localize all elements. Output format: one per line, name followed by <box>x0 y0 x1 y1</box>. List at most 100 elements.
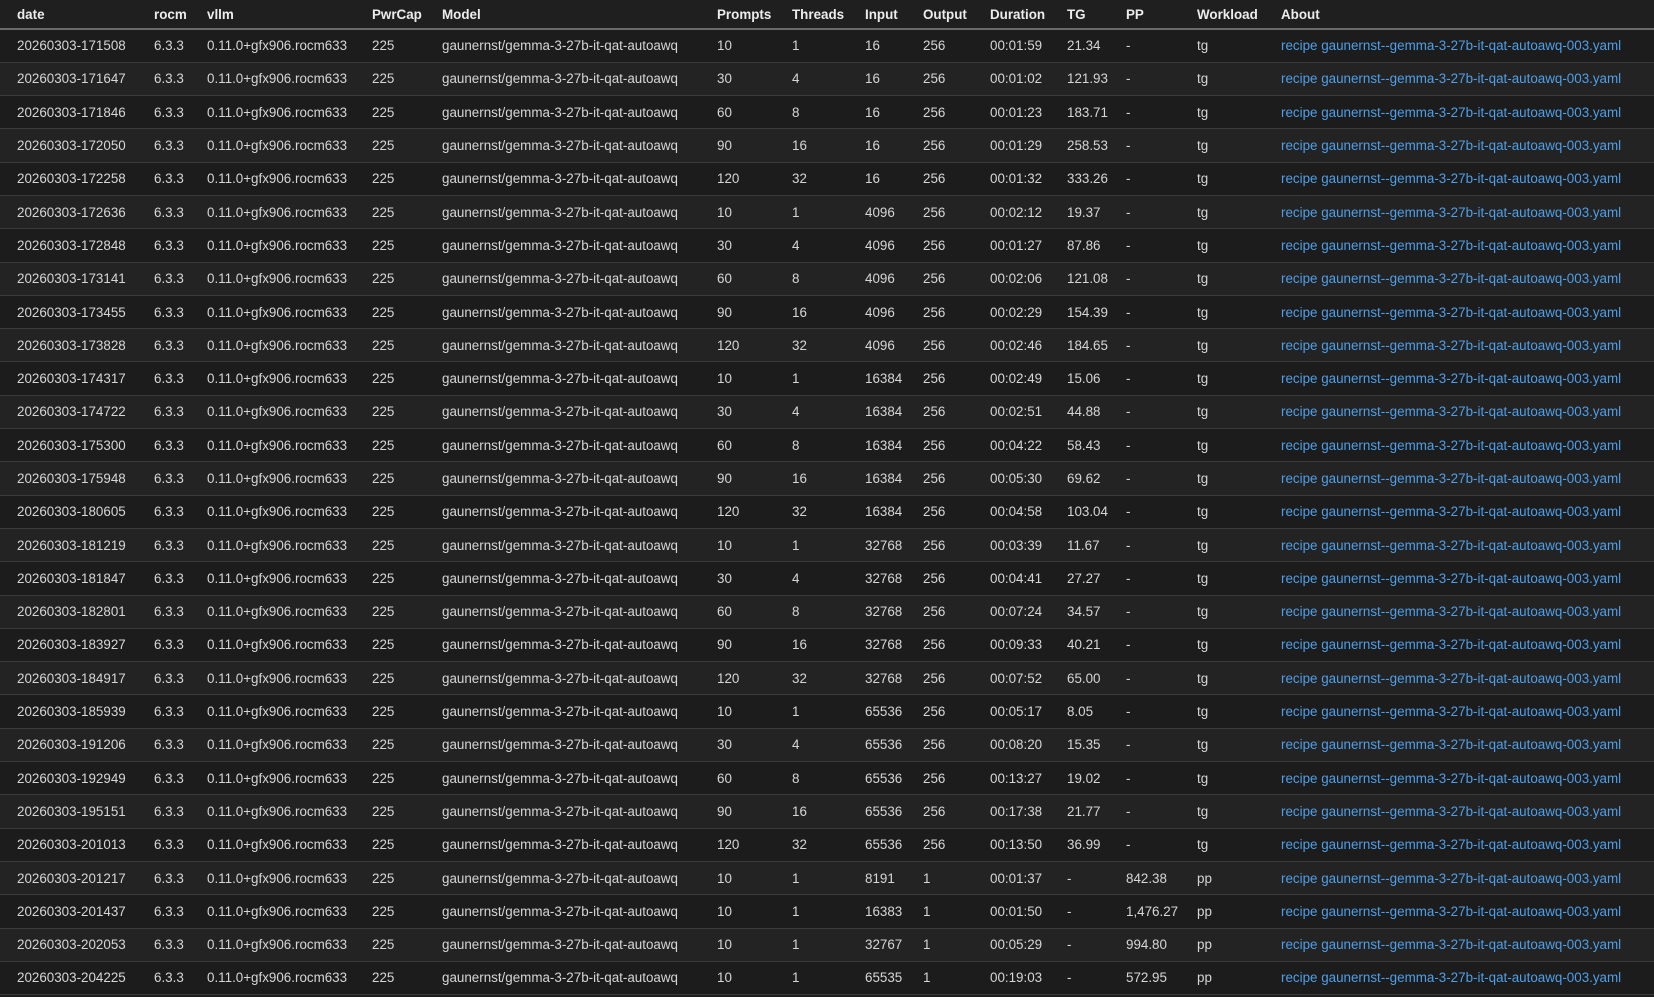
cell-prompts: 120 <box>717 337 740 353</box>
recipe-link[interactable]: recipe gaunernst--gemma-3-27b-it-qat-aut… <box>1281 704 1621 719</box>
cell-pp: - <box>1126 437 1131 453</box>
table-row: 20260303-201013 6.3.3 0.11.0+gfx906.rocm63… <box>0 828 1654 862</box>
cell-prompts: 10 <box>717 704 732 720</box>
cell-about: recipe gaunernst--gemma-3-27b-it-qat-aut… <box>1275 595 1654 628</box>
recipe-link[interactable]: recipe gaunernst--gemma-3-27b-it-qat-aut… <box>1281 305 1621 320</box>
cell-about: recipe gaunernst--gemma-3-27b-it-qat-aut… <box>1275 728 1654 761</box>
column-header-rocm[interactable]: rocm <box>148 0 201 30</box>
cell-output: 256 <box>923 471 946 486</box>
cell-workload: tg <box>1197 371 1209 387</box>
cell-tg: - <box>1067 937 1072 953</box>
column-header-pwrcap[interactable]: PwrCap <box>366 0 436 30</box>
cell-model: gaunernst/gemma-3-27b-it-qat-autoawq <box>442 537 678 553</box>
cell-duration: 00:04:41 <box>990 570 1043 586</box>
cell-duration: 00:08:20 <box>990 737 1043 753</box>
cell-input: 32768 <box>865 570 903 586</box>
recipe-link[interactable]: recipe gaunernst--gemma-3-27b-it-qat-aut… <box>1281 171 1621 186</box>
recipe-link[interactable]: recipe gaunernst--gemma-3-27b-it-qat-aut… <box>1281 604 1621 619</box>
recipe-link[interactable]: recipe gaunernst--gemma-3-27b-it-qat-aut… <box>1281 238 1621 253</box>
recipe-link[interactable]: recipe gaunernst--gemma-3-27b-it-qat-aut… <box>1281 38 1621 53</box>
column-header-about[interactable]: About <box>1275 0 1654 30</box>
cell-pwrcap: 225 <box>372 570 395 586</box>
cell-date: 20260303-185939 <box>17 704 126 720</box>
cell-pp: - <box>1126 737 1131 753</box>
column-header-pp[interactable]: PP <box>1120 0 1191 30</box>
column-header-vllm[interactable]: vllm <box>201 0 366 30</box>
cell-duration: 00:05:17 <box>990 704 1043 720</box>
recipe-link[interactable]: recipe gaunernst--gemma-3-27b-it-qat-aut… <box>1281 637 1621 652</box>
cell-prompts: 60 <box>717 104 732 120</box>
recipe-link[interactable]: recipe gaunernst--gemma-3-27b-it-qat-aut… <box>1281 71 1621 86</box>
cell-threads: 16 <box>792 138 807 154</box>
cell-vllm: 0.11.0+gfx906.rocm633 <box>207 637 348 653</box>
table-row: 20260303-171647 6.3.3 0.11.0+gfx906.rocm63… <box>0 62 1654 96</box>
column-header-workload[interactable]: Workload <box>1191 0 1275 30</box>
cell-about: recipe gaunernst--gemma-3-27b-it-qat-aut… <box>1275 62 1654 95</box>
column-header-tg[interactable]: TG <box>1061 0 1120 30</box>
cell-threads: 8 <box>792 437 800 453</box>
recipe-link[interactable]: recipe gaunernst--gemma-3-27b-it-qat-aut… <box>1281 105 1621 120</box>
recipe-link[interactable]: recipe gaunernst--gemma-3-27b-it-qat-aut… <box>1281 205 1621 220</box>
recipe-link[interactable]: recipe gaunernst--gemma-3-27b-it-qat-aut… <box>1281 837 1621 852</box>
cell-pwrcap: 225 <box>372 371 395 387</box>
recipe-link[interactable]: recipe gaunernst--gemma-3-27b-it-qat-aut… <box>1281 138 1621 153</box>
cell-threads: 4 <box>792 737 800 753</box>
cell-vllm: 0.11.0+gfx906.rocm633 <box>207 537 348 553</box>
cell-pp: - <box>1126 204 1131 220</box>
cell-prompts: 90 <box>717 304 732 320</box>
cell-pwrcap: 225 <box>372 770 395 786</box>
table-row: 20260303-191206 6.3.3 0.11.0+gfx906.rocm63… <box>0 728 1654 762</box>
column-header-input[interactable]: Input <box>859 0 917 30</box>
cell-prompts: 30 <box>717 570 732 586</box>
recipe-link[interactable]: recipe gaunernst--gemma-3-27b-it-qat-aut… <box>1281 737 1621 752</box>
column-header-duration[interactable]: Duration <box>984 0 1061 30</box>
cell-input: 8191 <box>865 870 895 886</box>
column-header-prompts[interactable]: Prompts <box>711 0 786 30</box>
cell-date: 20260303-195151 <box>17 803 126 819</box>
recipe-link[interactable]: recipe gaunernst--gemma-3-27b-it-qat-aut… <box>1281 371 1621 386</box>
column-header-threads[interactable]: Threads <box>786 0 859 30</box>
recipe-link[interactable]: recipe gaunernst--gemma-3-27b-it-qat-aut… <box>1281 871 1621 886</box>
recipe-link[interactable]: recipe gaunernst--gemma-3-27b-it-qat-aut… <box>1281 937 1621 952</box>
recipe-link[interactable]: recipe gaunernst--gemma-3-27b-it-qat-aut… <box>1281 571 1621 586</box>
cell-tg: 87.86 <box>1067 237 1101 253</box>
recipe-link[interactable]: recipe gaunernst--gemma-3-27b-it-qat-aut… <box>1281 904 1621 919</box>
cell-input: 16 <box>865 138 880 154</box>
cell-output: 256 <box>923 104 946 120</box>
cell-workload: tg <box>1197 537 1209 553</box>
cell-model: gaunernst/gemma-3-27b-it-qat-autoawq <box>442 404 678 420</box>
cell-tg: 40.21 <box>1067 637 1101 653</box>
cell-input: 4096 <box>865 304 895 320</box>
recipe-link[interactable]: recipe gaunernst--gemma-3-27b-it-qat-aut… <box>1281 804 1621 819</box>
recipe-link[interactable]: recipe gaunernst--gemma-3-27b-it-qat-aut… <box>1281 438 1621 453</box>
cell-output: 256 <box>923 237 946 253</box>
recipe-link[interactable]: recipe gaunernst--gemma-3-27b-it-qat-aut… <box>1281 771 1621 786</box>
results-view: date rocm vllm PwrCap Model Prompts Threads Inp… <box>0 0 1654 997</box>
cell-output: 256 <box>923 437 946 453</box>
cell-input: 4096 <box>865 271 895 287</box>
cell-pp: - <box>1126 803 1131 819</box>
recipe-link[interactable]: recipe gaunernst--gemma-3-27b-it-qat-aut… <box>1281 970 1621 985</box>
cell-model: gaunernst/gemma-3-27b-it-qat-autoawq <box>442 204 678 220</box>
recipe-link[interactable]: recipe gaunernst--gemma-3-27b-it-qat-aut… <box>1281 538 1621 553</box>
cell-threads: 16 <box>792 304 807 320</box>
recipe-link[interactable]: recipe gaunernst--gemma-3-27b-it-qat-aut… <box>1281 271 1621 286</box>
recipe-link[interactable]: recipe gaunernst--gemma-3-27b-it-qat-aut… <box>1281 504 1621 519</box>
recipe-link[interactable]: recipe gaunernst--gemma-3-27b-it-qat-aut… <box>1281 338 1621 353</box>
cell-workload: pp <box>1197 870 1212 886</box>
column-header-date[interactable]: date <box>0 0 148 30</box>
recipe-link[interactable]: recipe gaunernst--gemma-3-27b-it-qat-aut… <box>1281 671 1621 686</box>
cell-vllm: 0.11.0+gfx906.rocm633 <box>207 271 348 287</box>
recipe-link[interactable]: recipe gaunernst--gemma-3-27b-it-qat-aut… <box>1281 404 1621 419</box>
recipe-link[interactable]: recipe gaunernst--gemma-3-27b-it-qat-aut… <box>1281 471 1621 486</box>
column-header-model[interactable]: Model <box>436 0 711 30</box>
column-header-output[interactable]: Output <box>917 0 984 30</box>
cell-tg: 21.34 <box>1067 38 1101 54</box>
cell-model: gaunernst/gemma-3-27b-it-qat-autoawq <box>442 437 678 453</box>
cell-workload: tg <box>1197 803 1209 819</box>
cell-about: recipe gaunernst--gemma-3-27b-it-qat-aut… <box>1275 928 1654 961</box>
cell-workload: tg <box>1197 204 1209 220</box>
cell-model: gaunernst/gemma-3-27b-it-qat-autoawq <box>442 837 678 853</box>
cell-about: recipe gaunernst--gemma-3-27b-it-qat-aut… <box>1275 628 1654 661</box>
cell-vllm: 0.11.0+gfx906.rocm633 <box>207 903 348 919</box>
